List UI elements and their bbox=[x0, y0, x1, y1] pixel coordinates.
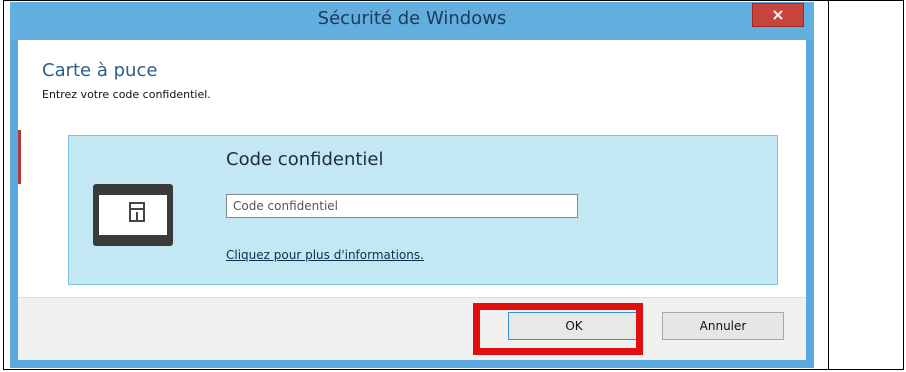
chip-icon bbox=[129, 202, 145, 222]
pin-field-label: Code confidentiel bbox=[226, 149, 384, 170]
close-button[interactable]: × bbox=[752, 3, 804, 27]
windows-security-dialog: Sécurité de Windows × Carte à puce Entre… bbox=[10, 2, 814, 368]
ok-button-highlight bbox=[473, 303, 643, 355]
cancel-button[interactable]: Annuler bbox=[662, 312, 784, 340]
dialog-instruction: Entrez votre code confidentiel. bbox=[42, 88, 211, 101]
more-info-link[interactable]: Cliquez pour plus d'informations. bbox=[226, 248, 424, 262]
card-slot bbox=[99, 195, 167, 235]
smart-card-tile[interactable]: Code confidentiel Cliquez pour plus d'in… bbox=[68, 135, 778, 285]
button-bar: OK Annuler bbox=[18, 297, 806, 360]
title-bar[interactable]: Sécurité de Windows × bbox=[10, 2, 814, 40]
dialog-heading: Carte à puce bbox=[42, 60, 158, 81]
window-edge-accent bbox=[18, 130, 21, 184]
table-cell-divider bbox=[828, 0, 829, 370]
window-title: Sécurité de Windows bbox=[317, 8, 507, 29]
smart-card-reader-icon bbox=[93, 184, 173, 246]
pin-input[interactable] bbox=[226, 194, 578, 218]
dialog-body: Carte à puce Entrez votre code confident… bbox=[18, 40, 806, 360]
close-icon: × bbox=[771, 5, 785, 24]
